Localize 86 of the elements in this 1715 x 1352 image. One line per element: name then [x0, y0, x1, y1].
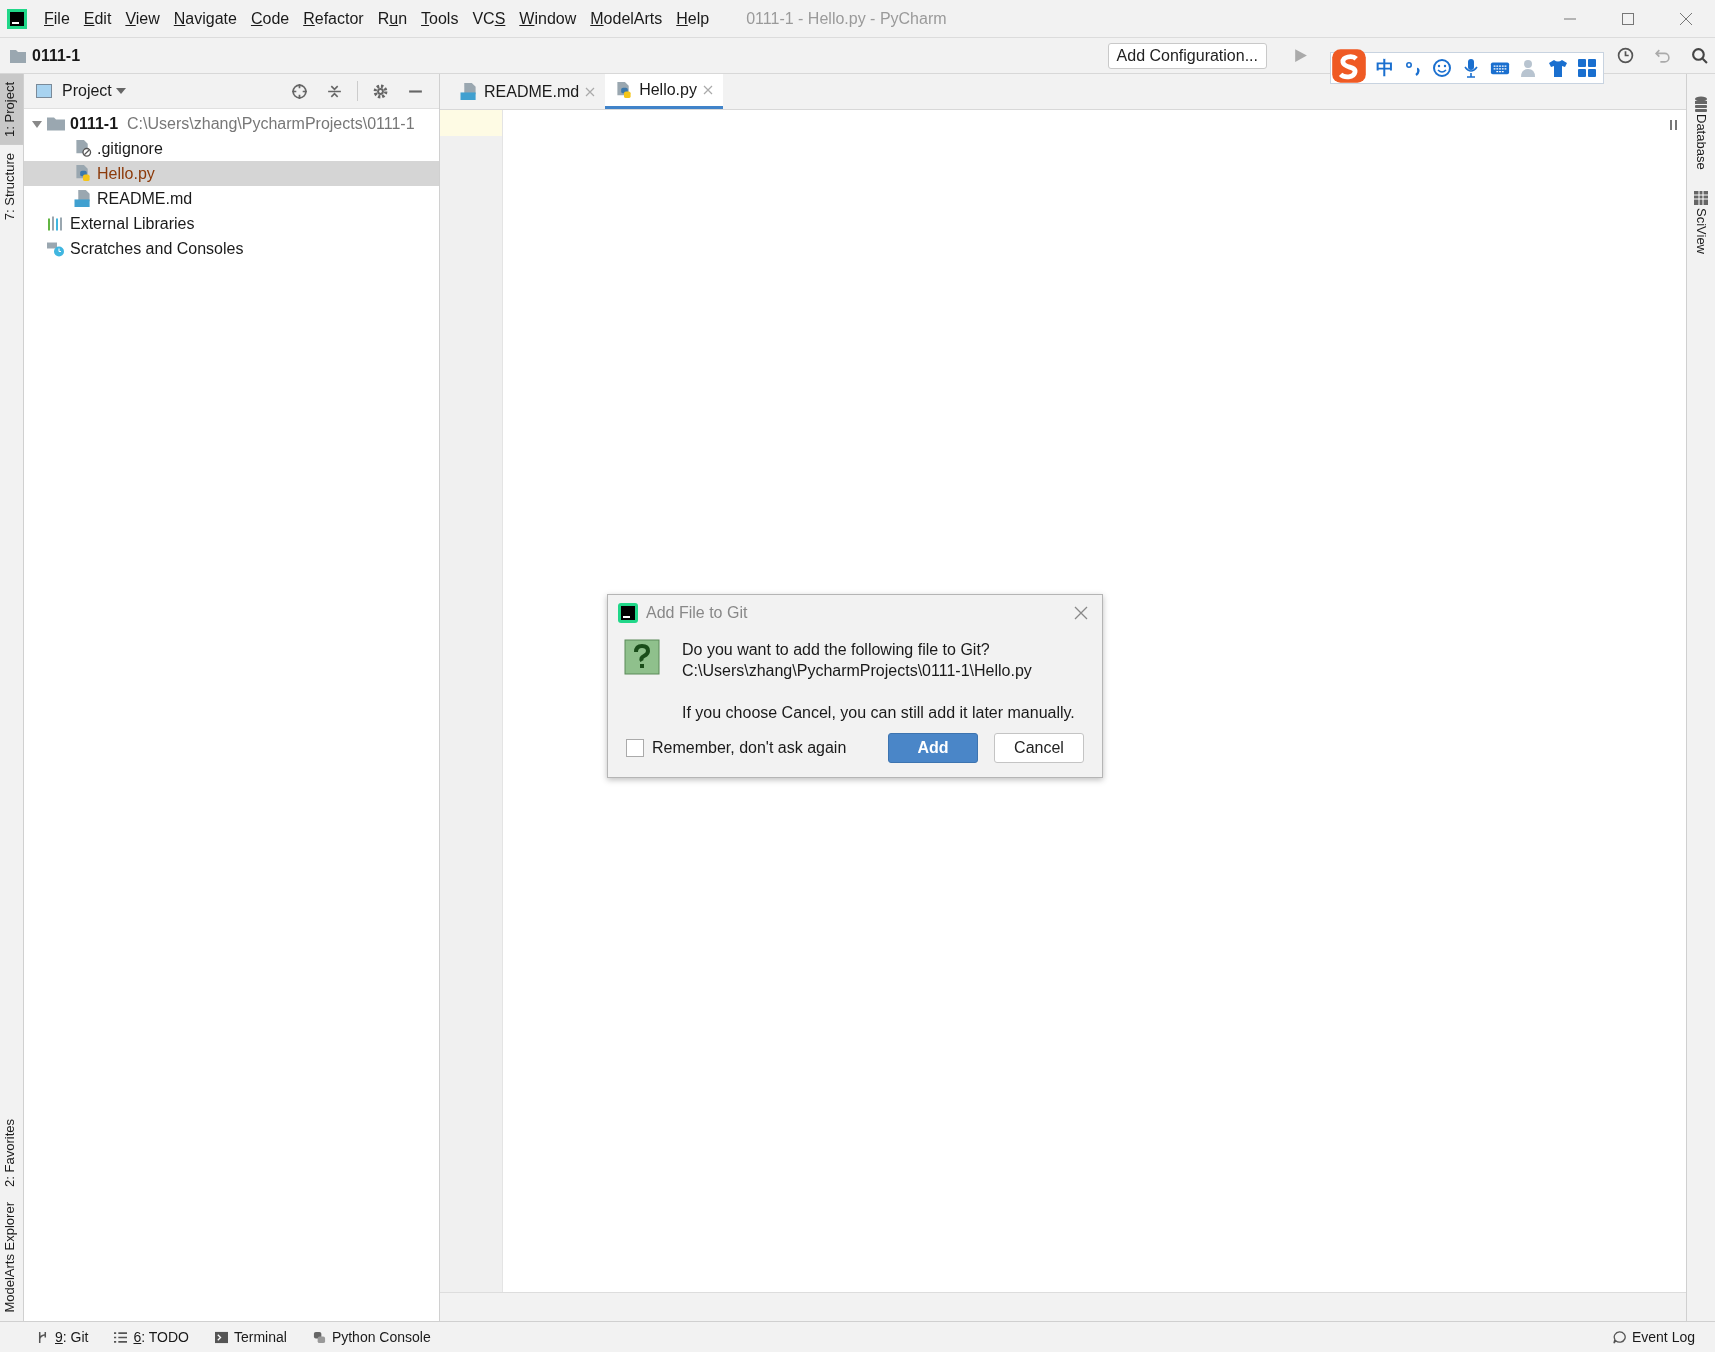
dialog-title: Add File to Git: [646, 604, 748, 622]
scratches-icon: [47, 240, 65, 257]
add-configuration-button[interactable]: Add Configuration...: [1107, 42, 1267, 69]
tool-window-button[interactable]: 6: TODO: [114, 1329, 189, 1345]
speech-bubble-icon: [1612, 1330, 1626, 1344]
close-icon[interactable]: [1679, 11, 1693, 26]
editor-tab[interactable]: Hello.py: [605, 74, 723, 109]
markdown-file-icon: [74, 190, 92, 207]
grid-icon[interactable]: [1577, 58, 1597, 78]
table-icon[interactable]: [1694, 189, 1708, 206]
menu-item[interactable]: Code: [243, 9, 297, 28]
folder-icon: [47, 115, 65, 132]
tree-item-name: Hello.py: [97, 164, 155, 183]
history-icon[interactable]: [1617, 47, 1634, 64]
tool-window-tab[interactable]: 2: Favorites: [0, 1110, 23, 1195]
tool-window-button[interactable]: 9: Git: [36, 1329, 89, 1345]
python-file-icon: [615, 81, 634, 99]
terminal-icon: [215, 1330, 228, 1344]
markdown-file-icon: [460, 83, 478, 100]
close-icon[interactable]: [1074, 606, 1088, 620]
tree-item[interactable]: .gitignore: [24, 136, 439, 161]
database-icon[interactable]: [1694, 96, 1708, 112]
editor-tab[interactable]: README.md: [450, 74, 606, 109]
dialog-note: If you choose Cancel, you can still add it later manually.: [682, 703, 1075, 723]
python-file-icon: [74, 165, 92, 182]
ignore-file-icon: [74, 140, 92, 157]
menu-item[interactable]: Run: [370, 9, 415, 28]
tree-item-name: Scratches and Consoles: [70, 239, 244, 258]
folder-icon: [10, 48, 26, 63]
maximize-icon[interactable]: [1621, 11, 1635, 26]
tree-item-name: .gitignore: [97, 139, 163, 158]
tool-window-tab[interactable]: 7: Structure: [0, 144, 23, 229]
menu-item[interactable]: Help: [669, 9, 717, 28]
dialog-message: Do you want to add the following file to Git?: [682, 640, 991, 660]
project-path: C:\Users\zhang\PycharmProjects\0111-1: [127, 114, 415, 133]
question-icon: [624, 639, 660, 675]
locate-icon[interactable]: [291, 82, 308, 100]
tree-item[interactable]: README.md: [24, 186, 439, 211]
scroll-marker-icon: [1670, 120, 1678, 130]
tool-window-tab[interactable]: Database: [1691, 112, 1711, 180]
ime-logo-icon[interactable]: [1331, 48, 1367, 84]
event-log-button[interactable]: Event Log: [1612, 1329, 1695, 1345]
tool-window-button[interactable]: Terminal: [215, 1329, 287, 1345]
file-path: C:\Users\zhang\PycharmProjects\0111-1\Hello.py: [682, 661, 1033, 681]
list-icon: [114, 1330, 128, 1344]
settings-icon[interactable]: [372, 82, 389, 100]
tree-item[interactable]: External Libraries: [24, 211, 439, 236]
menu-item[interactable]: View: [118, 9, 167, 28]
emoji-icon[interactable]: [1432, 58, 1452, 78]
branch-icon: [36, 1330, 49, 1344]
menu-item[interactable]: File: [37, 9, 77, 28]
python-icon: [312, 1330, 326, 1344]
ime-mode[interactable]: 中: [1376, 56, 1394, 80]
tree-item[interactable]: Hello.py: [24, 161, 439, 186]
tree-item-name: External Libraries: [70, 214, 195, 233]
add-button[interactable]: Add: [888, 733, 978, 763]
tree-item[interactable]: 0111-1 C:\Users\zhang\PycharmProjects\0111-1: [24, 111, 439, 136]
project-view-icon: [36, 84, 52, 98]
dropdown-icon[interactable]: [115, 86, 126, 96]
remember-checkbox[interactable]: Remember, don't ask again: [626, 739, 847, 757]
menu-item[interactable]: ModelArts: [583, 9, 670, 28]
app-logo-icon: [7, 8, 27, 29]
breadcrumb[interactable]: 0111-1: [32, 46, 81, 65]
menu-item[interactable]: Edit: [76, 9, 119, 28]
menu-item[interactable]: Refactor: [296, 9, 371, 28]
library-icon: [47, 215, 65, 232]
panel-title[interactable]: Project: [62, 82, 112, 100]
menu-item[interactable]: Window: [512, 9, 584, 28]
microphone-icon[interactable]: [1461, 58, 1481, 78]
menu-item[interactable]: VCS: [465, 9, 513, 28]
menu-item[interactable]: Navigate: [166, 9, 244, 28]
tree-item[interactable]: Scratches and Consoles: [24, 236, 439, 261]
tree-item-name: README.md: [97, 189, 193, 208]
tool-window-button[interactable]: Python Console: [312, 1329, 431, 1345]
window-title: 0111-1 - Hello.py - PyCharm: [746, 9, 947, 28]
app-logo-icon: [618, 603, 638, 623]
cancel-button[interactable]: Cancel: [994, 733, 1084, 763]
tool-window-tab[interactable]: ModelArts Explorer: [0, 1194, 23, 1321]
search-icon[interactable]: [1691, 47, 1708, 64]
current-line-highlight: [440, 110, 502, 136]
tree-item-name: 0111-1: [70, 114, 119, 133]
tool-window-tab[interactable]: SciView: [1691, 205, 1711, 264]
tool-window-tab[interactable]: 1: Project: [0, 74, 23, 145]
shirt-icon[interactable]: [1548, 58, 1568, 78]
expand-arrow-icon[interactable]: [32, 118, 42, 129]
menu-item[interactable]: Tools: [414, 9, 466, 28]
